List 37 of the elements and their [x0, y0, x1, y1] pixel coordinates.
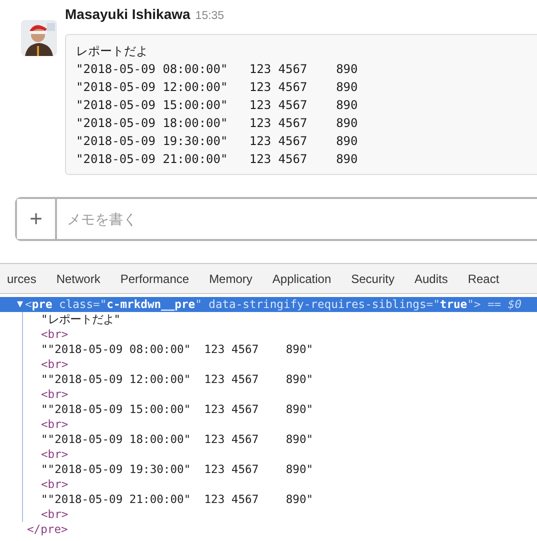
expand-arrow[interactable]: ▼ [17, 299, 24, 310]
element-tag: <br> [41, 327, 537, 342]
devtools-tab[interactable]: Security [341, 272, 404, 286]
element-tag: <br> [41, 447, 537, 462]
selected-element-row[interactable]: ▼ <pre class="c-mrkdwn__pre" data-stringify-requires-siblings="true"> == $0 [0, 297, 537, 312]
devtools-tab[interactable]: Audits [404, 272, 458, 286]
message-field[interactable]: + メモを書く [15, 197, 537, 241]
devtools-tab[interactable]: Memory [199, 272, 262, 286]
text-label: ""2018-05-09 08:00:00" 123 4567 890" [41, 342, 314, 357]
code-line: "2018-05-09 19:30:00" 123 4567 890 [76, 133, 359, 150]
element-tag: <pre class="c-mrkdwn__pre" data-stringify-requires-siblings="true"> == $0 [25, 298, 522, 311]
text-label: ""2018-05-09 15:00:00" 123 4567 890" [41, 402, 314, 417]
code-line: "2018-05-09 18:00:00" 123 4567 890 [76, 115, 359, 132]
element-tag: <br> [41, 417, 537, 432]
element-tag: <br> [41, 357, 537, 372]
text-label: "レポートだよ" [41, 312, 122, 327]
timestamp[interactable]: 15:35 [195, 10, 224, 22]
element-tag: </pre> [27, 522, 537, 537]
element-tag: <br> [41, 507, 537, 522]
text-label: ""2018-05-09 12:00:00" 123 4567 890" [41, 372, 314, 387]
code-line: "2018-05-09 15:00:00" 123 4567 890 [76, 97, 359, 114]
devtools-tab[interactable]: Performance [110, 272, 200, 286]
code-line: "2018-05-09 21:00:00" 123 4567 890 [76, 151, 359, 168]
text-label: ""2018-05-09 19:30:00" 123 4567 890" [41, 462, 314, 477]
code-line: "2018-05-09 08:00:00" 123 4567 890 [76, 61, 359, 78]
element-tag: <br> [41, 477, 537, 492]
devtools-tab[interactable]: React [458, 272, 510, 286]
text-label: ""2018-05-09 18:00:00" 123 4567 890" [41, 432, 314, 447]
text-label: ""2018-05-09 21:00:00" 123 4567 890" [41, 492, 314, 507]
element-tag: <br> [41, 387, 537, 402]
devtools-tab[interactable]: urces [0, 272, 46, 286]
code-line: "2018-05-09 12:00:00" 123 4567 890 [76, 79, 359, 96]
devtools-tab[interactable]: Network [46, 272, 110, 286]
code-line: レポートだよ [76, 43, 149, 60]
add-button[interactable]: + [17, 199, 57, 239]
devtools-tab[interactable]: Application [262, 272, 342, 286]
author-name[interactable]: Masayuki Ishikawa [65, 6, 190, 22]
